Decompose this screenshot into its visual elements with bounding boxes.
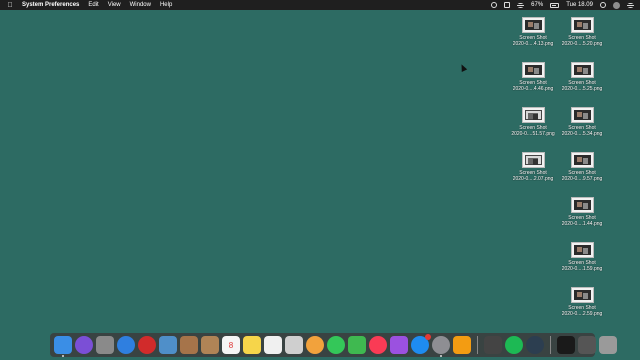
pages-icon[interactable] [453,336,471,354]
screenshot-thumbnail-icon [570,197,594,213]
desktop-file[interactable]: Screen Shot 2020-0....1.44.png [556,197,608,227]
siri-icon[interactable] [75,336,93,354]
dock-separator [550,336,551,354]
calendar-icon[interactable]: 8 [222,336,240,354]
notefile-icon[interactable] [180,336,198,354]
apple-menu-icon[interactable]:  [6,2,14,9]
finder-icon[interactable] [54,336,72,357]
reminders-icon[interactable] [264,336,282,354]
notification-center-icon[interactable] [627,2,634,8]
desktop-file[interactable]: Screen Shot 2020-0....5.20.png [556,17,608,47]
messages-icon[interactable] [327,336,345,354]
wifi-icon[interactable] [517,2,525,8]
screen-icon[interactable] [504,2,511,8]
desktop-file[interactable]: Screen Shot 2020-0....2.07.png [507,152,559,182]
podcasts-icon[interactable] [390,336,408,354]
screenshot-thumbnail-icon [521,62,545,78]
menu-view[interactable]: View [108,2,121,8]
screenshot-thumbnail-icon [570,107,594,123]
desktop-file[interactable]: Screen Shot 2020-0....9.57.png [556,152,608,182]
screenshot-thumbnail-icon [570,62,594,78]
window-icon[interactable] [578,336,596,354]
record-icon[interactable] [491,2,498,8]
mail-icon[interactable] [285,336,303,354]
inkscape-icon[interactable] [484,336,502,354]
menu-edit[interactable]: Edit [88,2,98,8]
screenshot-thumbnail-icon [570,17,594,33]
screenshot-thumbnail-icon [570,242,594,258]
user-avatar[interactable] [613,1,620,9]
calendar-day: 8 [228,340,234,350]
opera-icon[interactable] [138,336,156,354]
menu-app-name[interactable]: System Preferences [22,2,79,8]
safari-icon[interactable] [117,336,135,354]
screenshot-thumbnail-icon [521,107,545,123]
desktop-file[interactable]: Screen Shot 2020-0....2.59.png [556,287,608,317]
screenshot-thumbnail-icon [570,152,594,168]
notes-icon[interactable] [243,336,261,354]
photos-icon[interactable] [306,336,324,354]
battery-icon[interactable] [550,2,560,8]
music-icon[interactable] [369,336,387,354]
app-store-icon[interactable] [411,334,431,354]
desktop-file[interactable]: Screen Shot 2020-0....5.34.png [556,107,608,137]
desktop-file[interactable]: Screen Shot 2020-0....5.25.png [556,62,608,92]
battery-percent[interactable]: 67% [531,2,543,8]
menubar-clock[interactable]: Tue 18.09 [566,2,593,8]
menu-window[interactable]: Window [130,2,151,8]
dock-separator [477,336,478,354]
screenshot-thumbnail-icon [570,287,594,303]
facetime-icon[interactable] [348,336,366,354]
contacts-icon[interactable] [201,336,219,354]
screenshot-thumbnail-icon [521,17,545,33]
menu-help[interactable]: Help [160,2,172,8]
desktop-file[interactable]: Screen Shot 2020-0....51.57.png [507,107,559,137]
mouse-cursor-icon [458,63,468,72]
desktop-file[interactable]: Screen Shot 2020-0....4.13.png [507,17,559,47]
notification-badge [425,334,431,340]
phone-mirror-icon[interactable] [557,336,575,354]
system-preferences-icon[interactable] [432,336,450,357]
desktop-file[interactable]: Screen Shot 2020-0....4.46.png [507,62,559,92]
spotlight-search-icon[interactable] [600,2,606,8]
quicktime-icon[interactable] [526,336,544,354]
dock: 8 [50,333,617,357]
preview-icon[interactable] [159,336,177,354]
desktop-file[interactable]: Screen Shot 2020-0....1.59.png [556,242,608,272]
trash-icon[interactable] [599,336,617,354]
menu-bar:  System Preferences Edit View Window He… [0,0,640,10]
screenshot-thumbnail-icon [521,152,545,168]
spotify-icon[interactable] [505,336,523,354]
status-area: 67% Tue 18.09 [491,1,634,9]
launchpad-icon[interactable] [96,336,114,354]
